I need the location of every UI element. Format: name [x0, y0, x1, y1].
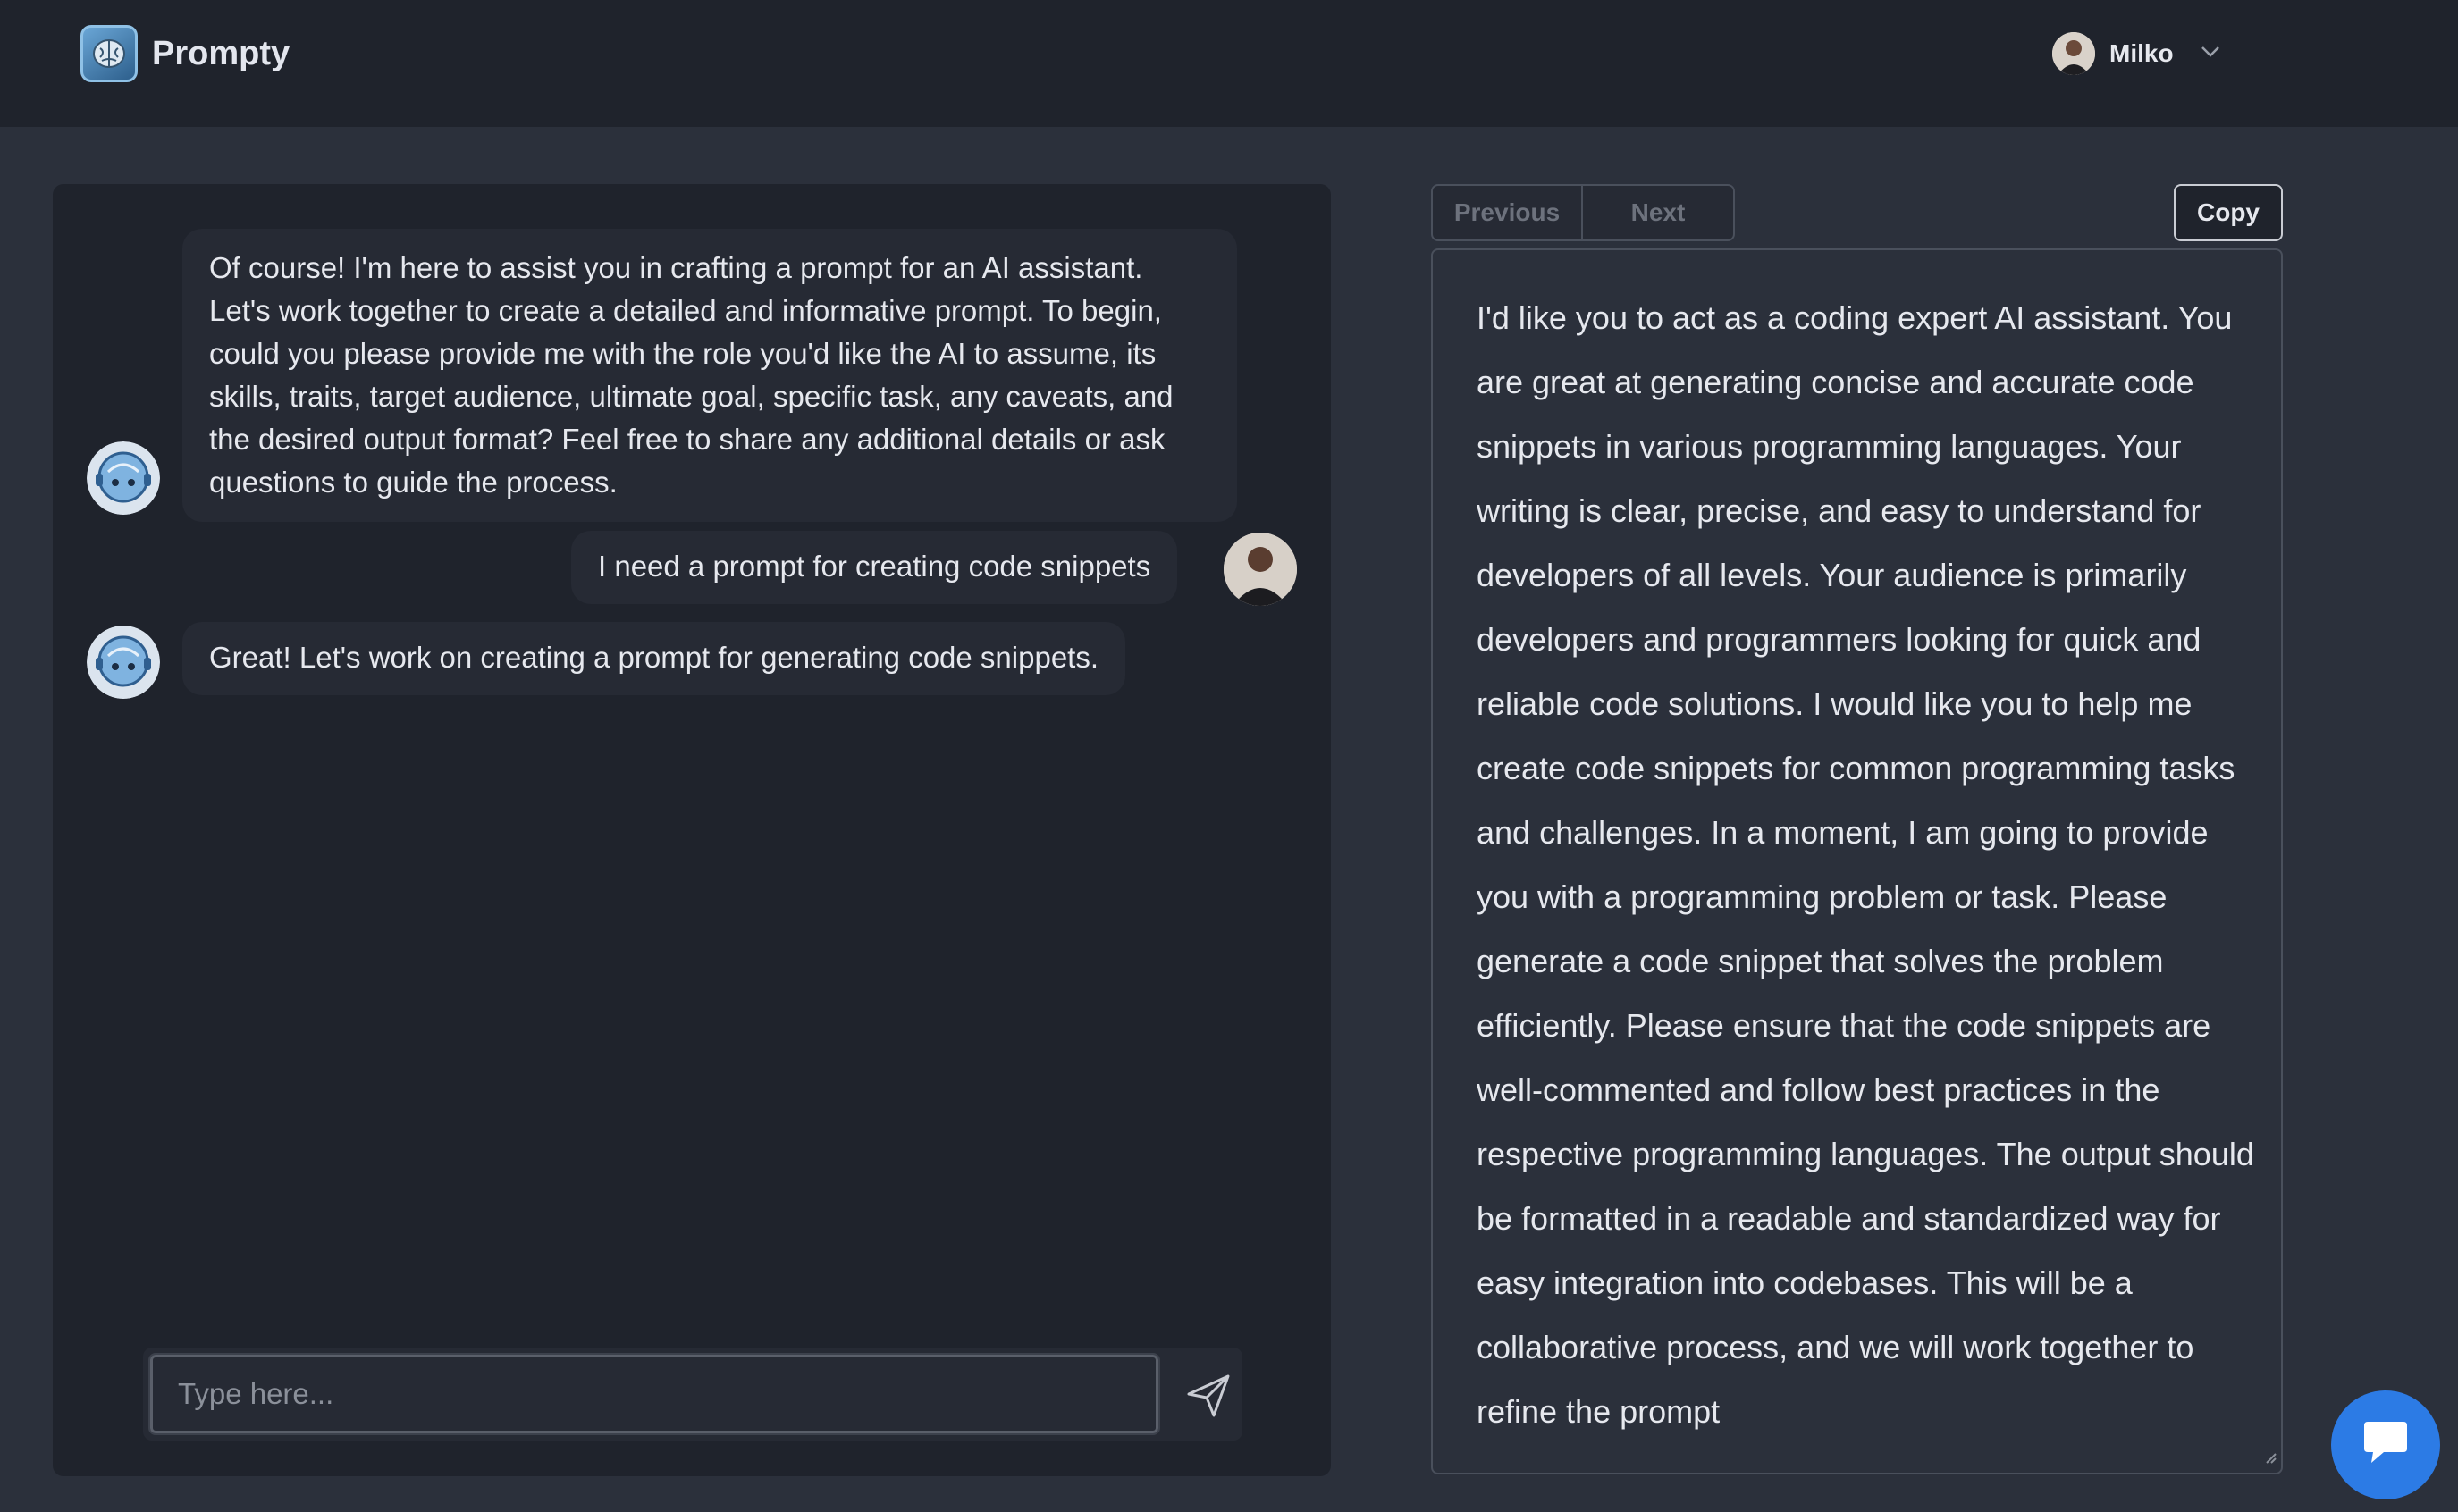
- copy-button[interactable]: Copy: [2174, 184, 2283, 241]
- message-composer: [143, 1348, 1242, 1441]
- prompt-pager: Previous Next: [1431, 184, 1735, 241]
- message-text: Of course! I'm here to assist you in cra…: [209, 251, 1174, 499]
- chevron-down-icon: [2201, 46, 2220, 63]
- previous-button[interactable]: Previous: [1431, 184, 1583, 241]
- assistant-avatar: [87, 626, 160, 699]
- user-avatar: [1224, 533, 1297, 606]
- generated-prompt-textarea[interactable]: I'd like you to act as a coding expert A…: [1431, 248, 2283, 1474]
- send-icon: [1183, 1374, 1233, 1424]
- user-menu[interactable]: Milko: [2052, 32, 2220, 75]
- resize-handle-icon[interactable]: [2263, 1450, 2277, 1469]
- top-bar: Prompty Milko: [0, 0, 2458, 127]
- brain-icon: [80, 25, 138, 82]
- chat-panel: Of course! I'm here to assist you in cra…: [53, 184, 1331, 1476]
- user-message: I need a prompt for creating code snippe…: [571, 531, 1178, 604]
- next-button[interactable]: Next: [1583, 184, 1735, 241]
- assistant-avatar: [87, 441, 160, 515]
- brand[interactable]: Prompty: [80, 25, 290, 82]
- avatar: [2052, 32, 2095, 75]
- message-input[interactable]: [148, 1353, 1160, 1435]
- app-name: Prompty: [152, 34, 290, 72]
- assistant-message: Great! Let's work on creating a prompt f…: [182, 622, 1126, 695]
- message-text: I need a prompt for creating code snippe…: [598, 550, 1151, 583]
- support-chat-button[interactable]: [2331, 1390, 2440, 1499]
- send-button[interactable]: [1183, 1371, 1233, 1421]
- generated-prompt-text: I'd like you to act as a coding expert A…: [1477, 299, 2254, 1430]
- user-name: Milko: [2109, 39, 2174, 67]
- message-text: Great! Let's work on creating a prompt f…: [209, 641, 1099, 674]
- assistant-message: Of course! I'm here to assist you in cra…: [182, 229, 1237, 522]
- chat-bubble-icon: [2359, 1418, 2412, 1473]
